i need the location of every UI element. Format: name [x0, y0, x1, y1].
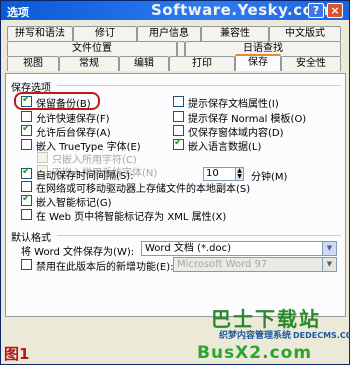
autosave-spinner[interactable]: ▲ ▼: [235, 167, 244, 181]
disable-features-value: Microsoft Word 97: [177, 259, 268, 270]
close-button[interactable]: ×: [327, 3, 343, 18]
autosave-label: 自动保存时间间隔(S):: [36, 171, 134, 182]
watermark-sub: 织梦内容管理系统: [219, 331, 292, 341]
watermark-domain: BusX2.com: [197, 343, 313, 363]
tab-file-locations[interactable]: 文件位置: [7, 41, 177, 56]
fast-save-checkbox[interactable]: [21, 111, 32, 122]
smart-tags-label: 嵌入智能标记(G): [36, 198, 112, 209]
keep-backup-label: 保留备份(B): [36, 99, 91, 110]
keep-backup-checkbox[interactable]: [21, 94, 32, 107]
background-save-label: 允许后台保存(A): [36, 128, 111, 139]
chevron-down-icon[interactable]: ▼: [322, 242, 336, 255]
tab-chinese-layout[interactable]: 中文版式: [269, 26, 341, 41]
tab-track-changes[interactable]: 修订: [73, 26, 137, 41]
watermark-text: Software.Yesky.com: [151, 1, 330, 19]
save-as-value: Word 文档 (*.doc): [145, 243, 232, 254]
tab-user-info[interactable]: 用户信息: [137, 26, 201, 41]
group-divider: [57, 85, 341, 86]
disable-features-checkbox[interactable]: [21, 259, 32, 270]
embed-truetype-checkbox[interactable]: [21, 139, 32, 150]
window-title: 选项: [7, 6, 29, 19]
chevron-down-icon[interactable]: ▼: [322, 258, 336, 271]
tab-print[interactable]: 打印: [169, 56, 235, 71]
prompt-normal-template-label: 提示保存 Normal 模板(O): [188, 114, 307, 125]
prompt-doc-properties-label: 提示保存文档属性(I): [188, 99, 279, 110]
autosave-unit-label: 分钟(M): [251, 172, 288, 183]
tab-spelling-grammar[interactable]: 拼写和语法: [7, 26, 73, 41]
watermark-domain-alt: DEDECMS.COM: [293, 331, 350, 340]
background-save-checkbox[interactable]: [21, 123, 32, 136]
save-as-label: 将 Word 文件保存为(W):: [21, 247, 135, 258]
prompt-doc-properties-checkbox[interactable]: [173, 96, 184, 107]
embed-used-chars-checkbox[interactable]: [37, 152, 48, 163]
autosave-checkbox[interactable]: [21, 166, 32, 179]
smart-tags-checkbox[interactable]: [21, 193, 32, 206]
figure-label: 图1: [4, 345, 30, 363]
form-data-only-label: 仅保存窗体域内容(D): [188, 128, 284, 139]
embed-language-data-checkbox[interactable]: [173, 137, 184, 150]
network-copy-checkbox[interactable]: [21, 181, 32, 192]
save-as-select[interactable]: Word 文档 (*.doc) ▼: [141, 241, 337, 256]
tab-compatibility[interactable]: 兼容性: [201, 26, 269, 41]
help-button[interactable]: ?: [308, 3, 324, 18]
title-bar: 选项 Software.Yesky.com ? ×: [1, 1, 349, 20]
fast-save-label: 允许快速保存(F): [36, 114, 110, 125]
options-dialog: 选项 Software.Yesky.com ? × 拼写和语法 修订 用户信息 …: [0, 0, 350, 365]
tab-general[interactable]: 常规: [59, 56, 119, 71]
disable-features-label: 禁用在此版本后的新增功能(E):: [36, 262, 174, 273]
tab-save[interactable]: 保存: [235, 54, 281, 71]
site-watermark: 巴士下载站 织梦内容管理系统 BusX2.com DEDECMS.COM: [197, 303, 350, 365]
tab-spacer: [177, 41, 185, 56]
tab-view[interactable]: 视图: [7, 56, 59, 71]
default-format-label: 默认格式: [11, 233, 51, 244]
prompt-normal-template-checkbox[interactable]: [173, 111, 184, 122]
group-divider: [57, 235, 341, 236]
web-xml-label: 在 Web 页中将智能标记存为 XML 属性(X): [36, 212, 227, 223]
form-data-only-checkbox[interactable]: [173, 125, 184, 136]
network-copy-label: 在网络或可移动驱动器上存储文件的本地副本(S): [36, 184, 251, 195]
embed-language-data-label: 嵌入语言数据(L): [188, 142, 262, 153]
web-xml-checkbox[interactable]: [21, 209, 32, 220]
tab-security[interactable]: 安全性: [281, 56, 341, 71]
disable-features-select[interactable]: Microsoft Word 97 ▼: [173, 257, 337, 272]
tab-edit[interactable]: 编辑: [119, 56, 169, 71]
